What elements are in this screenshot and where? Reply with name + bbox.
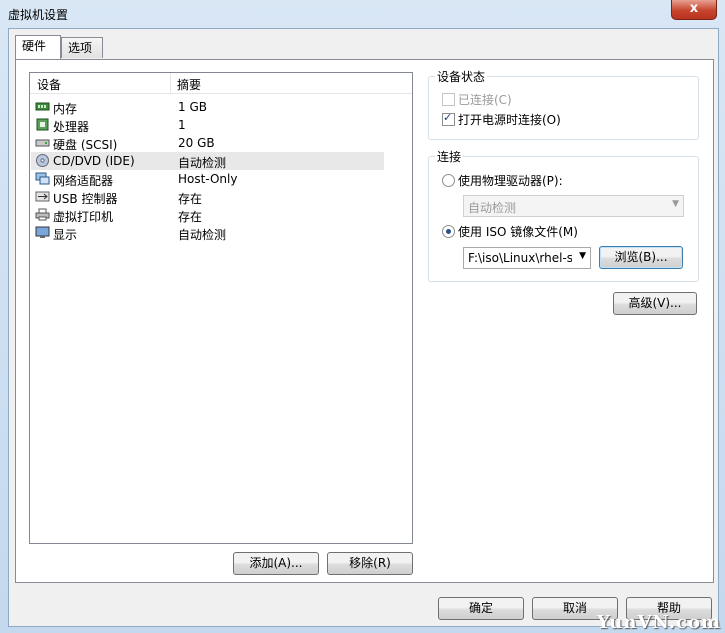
physical-drive-radio[interactable]	[442, 174, 455, 187]
device-status-legend: 设备状态	[435, 68, 488, 85]
device-row-processor[interactable]: 处理器 1	[31, 116, 384, 134]
display-icon	[35, 226, 50, 238]
printer-icon	[35, 208, 50, 221]
connect-on-power-on-checkbox[interactable]	[442, 111, 455, 126]
vm-settings-window: 虚拟机设置 x 硬件 选项 设备 摘要 内存 1 GB 处理器 1 硬盘 (SC…	[0, 0, 725, 633]
iso-path-value: F:\iso\Linux\rhel-se	[468, 251, 572, 265]
physical-drive-label: 使用物理驱动器(P):	[458, 174, 563, 188]
connected-checkbox[interactable]	[442, 93, 455, 106]
title-bar[interactable]: 虚拟机设置 x	[0, 0, 725, 28]
ok-button[interactable]: 确定	[438, 597, 524, 620]
column-header-summary[interactable]: 摘要	[177, 76, 201, 93]
device-row-usb-controller[interactable]: USB 控制器 存在	[31, 188, 384, 206]
network-adapter-icon	[35, 172, 50, 185]
device-summary: 自动检测	[178, 228, 227, 242]
window-title: 虚拟机设置	[8, 8, 69, 22]
device-name: 硬盘 (SCSI)	[53, 138, 118, 152]
physical-drive-select[interactable]: 自动检测 ▼	[463, 195, 684, 217]
device-summary: 1	[178, 118, 186, 132]
device-summary: 存在	[178, 210, 203, 224]
connection-group: 连接 使用物理驱动器(P): 自动检测 ▼ 使用 ISO 镜像文件(M) F:\…	[428, 148, 699, 282]
iso-image-radio[interactable]	[442, 225, 455, 238]
watermark-text: YunVN.com	[596, 612, 721, 633]
column-header-device[interactable]: 设备	[37, 76, 61, 93]
device-row-cd-dvd[interactable]: CD/DVD (IDE) 自动检测	[31, 152, 384, 170]
remove-button[interactable]: 移除(R)	[327, 552, 413, 575]
memory-icon	[35, 102, 50, 111]
hardware-panel: 设备 摘要 内存 1 GB 处理器 1 硬盘 (SCSI) 20 GB CD/D…	[15, 59, 714, 583]
chevron-down-icon: ▼	[579, 251, 586, 261]
device-summary: 存在	[178, 192, 203, 206]
device-row-memory[interactable]: 内存 1 GB	[31, 98, 384, 116]
device-name: 显示	[53, 228, 78, 242]
hard-disk-icon	[35, 139, 50, 147]
tab-hardware[interactable]: 硬件	[15, 35, 61, 59]
device-name: USB 控制器	[53, 192, 118, 206]
device-summary: 1 GB	[178, 100, 207, 114]
close-button[interactable]: x	[671, 0, 717, 20]
connection-legend: 连接	[435, 148, 464, 165]
device-status-group: 设备状态 已连接(C) 打开电源时连接(O)	[428, 68, 699, 140]
tab-options[interactable]: 选项	[61, 37, 103, 58]
add-button[interactable]: 添加(A)...	[233, 552, 319, 575]
physical-drive-select-value: 自动检测	[468, 201, 517, 215]
chevron-down-icon: ▼	[672, 199, 679, 209]
device-name: 网络适配器	[53, 174, 114, 188]
iso-image-label: 使用 ISO 镜像文件(M)	[458, 225, 578, 239]
browse-button[interactable]: 浏览(B)...	[599, 246, 683, 269]
device-row-display[interactable]: 显示 自动检测	[31, 224, 384, 242]
device-name: 虚拟打印机	[53, 210, 114, 224]
device-summary: 自动检测	[178, 156, 227, 170]
device-summary: 20 GB	[178, 136, 215, 150]
column-divider[interactable]	[170, 73, 171, 93]
device-row-virtual-printer[interactable]: 虚拟打印机 存在	[31, 206, 384, 224]
connected-label: 已连接(C)	[458, 93, 512, 107]
processor-icon	[36, 118, 49, 131]
device-summary: Host-Only	[178, 172, 238, 186]
device-list[interactable]: 设备 摘要 内存 1 GB 处理器 1 硬盘 (SCSI) 20 GB CD/D…	[29, 72, 413, 544]
close-icon: x	[689, 1, 699, 16]
cd-dvd-icon	[36, 154, 49, 167]
usb-icon	[35, 191, 50, 202]
device-row-network-adapter[interactable]: 网络适配器 Host-Only	[31, 170, 384, 188]
device-row-hard-disk[interactable]: 硬盘 (SCSI) 20 GB	[31, 134, 384, 152]
advanced-button[interactable]: 高级(V)...	[613, 292, 697, 315]
dialog-body: 硬件 选项 设备 摘要 内存 1 GB 处理器 1 硬盘 (SCSI) 20 G…	[8, 28, 719, 627]
iso-path-combobox[interactable]: F:\iso\Linux\rhel-se ▼	[463, 247, 591, 269]
device-name: 处理器	[53, 120, 90, 134]
device-name: 内存	[53, 102, 78, 116]
device-list-header: 设备 摘要	[30, 73, 412, 94]
device-name: CD/DVD (IDE)	[53, 154, 135, 168]
connect-on-power-on-label: 打开电源时连接(O)	[458, 113, 561, 127]
